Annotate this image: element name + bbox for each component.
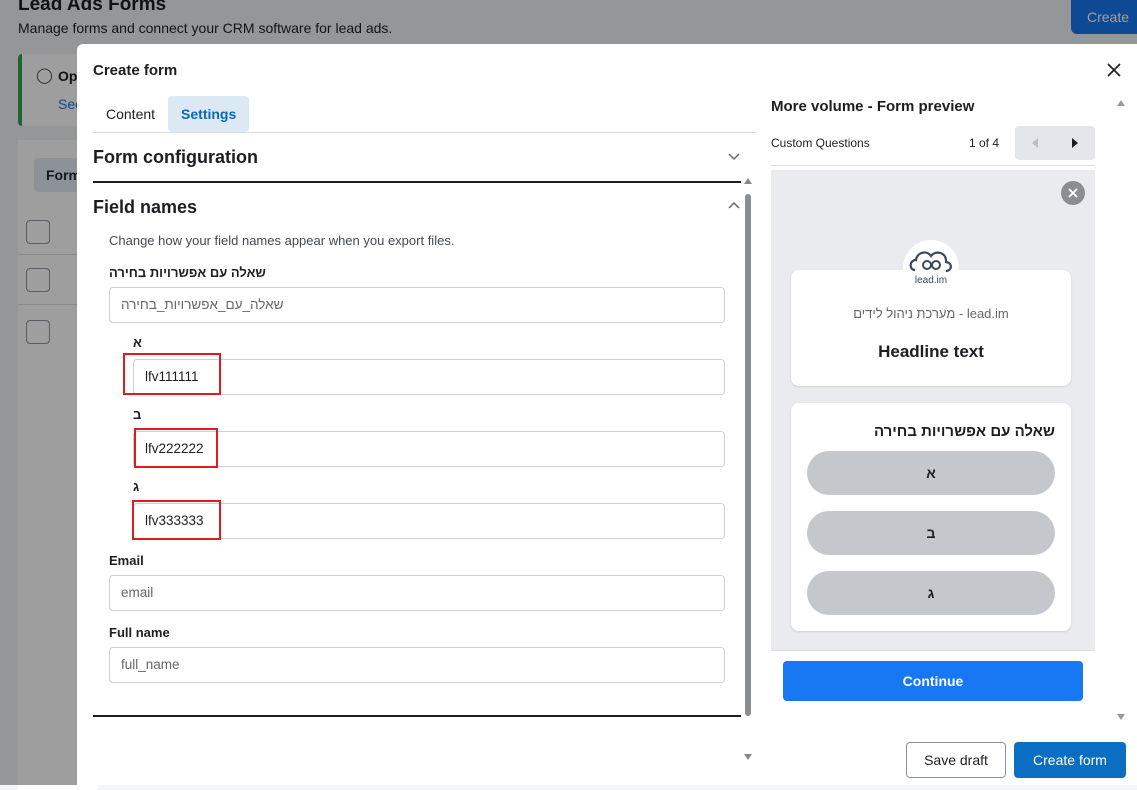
highlight-box — [123, 353, 221, 395]
choice-button[interactable]: א — [807, 451, 1055, 495]
field-names-title: Field names — [93, 197, 198, 217]
continue-button[interactable]: Continue — [783, 661, 1083, 701]
question-label: שאלה עם אפשרויות בחירה — [109, 265, 266, 280]
preview-title: More volume - Form preview — [771, 98, 975, 115]
modal-title: Create form — [93, 62, 178, 79]
brand-name: מערכת ניהול לידים - lead.im — [853, 306, 1009, 321]
triangle-left-icon — [1032, 138, 1038, 148]
create-form-button[interactable]: Create form — [1014, 742, 1126, 778]
full-name-field[interactable]: full_name — [109, 647, 725, 683]
settings-panel: Form configuration Field names Change ho… — [93, 133, 757, 728]
scrollbar-thumb[interactable] — [745, 194, 751, 716]
option-label-2: ב — [133, 407, 142, 422]
preview-page-count: 1 of 4 — [969, 136, 1000, 150]
field-names-help: Change how your field names appear when … — [109, 233, 455, 248]
logo-wordmark: lead.im — [915, 275, 947, 286]
headline-text: Headline text — [878, 342, 984, 361]
close-icon[interactable] — [1104, 60, 1124, 80]
section-divider — [93, 715, 741, 717]
tab-bar: Content Settings — [93, 96, 250, 132]
choice-button[interactable]: ב — [807, 511, 1055, 555]
scroll-down-arrow[interactable] — [1117, 714, 1125, 720]
option-label-1: א — [133, 335, 142, 350]
phone-preview: מערכת ניהול לידים - lead.im Headline tex… — [771, 170, 1095, 650]
chevron-down-icon — [728, 153, 740, 161]
scroll-up-arrow[interactable] — [1117, 100, 1125, 106]
form-configuration-title: Form configuration — [93, 147, 258, 167]
option-field-3[interactable]: lfv333333 — [133, 503, 725, 539]
left-scrollbar[interactable] — [744, 178, 752, 760]
question-card: שאלה עם אפשרויות בחירה א ב ג — [791, 403, 1071, 631]
tab-settings[interactable]: Settings — [168, 96, 250, 132]
question-field[interactable]: שאלה_עם_אפשרויות_בחירה — [109, 287, 725, 323]
highlight-box — [134, 428, 218, 468]
full-name-label: Full name — [109, 625, 170, 640]
option-field-2[interactable]: lfv222222 — [133, 431, 725, 467]
scroll-down-arrow[interactable] — [744, 754, 752, 760]
preview-bottom-divider — [771, 650, 1095, 651]
create-form-modal: Create form Content Settings Form config… — [77, 44, 1137, 785]
form-configuration-header[interactable]: Form configuration — [93, 133, 741, 181]
preview-nav: Custom Questions 1 of 4 — [771, 124, 1095, 164]
preview-divider — [771, 165, 1095, 166]
option-field-1[interactable]: lfv111111 — [133, 359, 725, 395]
field-names-header[interactable]: Field names — [93, 183, 741, 231]
choice-button[interactable]: ג — [807, 571, 1055, 615]
email-label: Email — [109, 553, 144, 568]
brand-logo: lead.im — [903, 240, 959, 296]
scroll-up-arrow[interactable] — [744, 178, 752, 184]
triangle-right-icon — [1072, 138, 1078, 148]
save-draft-button[interactable]: Save draft — [906, 742, 1006, 778]
preview-prev-button[interactable] — [1015, 126, 1055, 160]
close-circle-icon[interactable] — [1061, 181, 1085, 205]
highlight-box — [132, 500, 221, 540]
option-label-3: ג — [133, 479, 140, 494]
tab-content[interactable]: Content — [93, 96, 168, 132]
preview-next-button[interactable] — [1055, 126, 1095, 160]
email-field[interactable]: email — [109, 575, 725, 611]
preview-question: שאלה עם אפשרויות בחירה — [873, 423, 1055, 440]
preview-section-label: Custom Questions — [771, 136, 870, 150]
chevron-up-icon — [728, 201, 740, 209]
